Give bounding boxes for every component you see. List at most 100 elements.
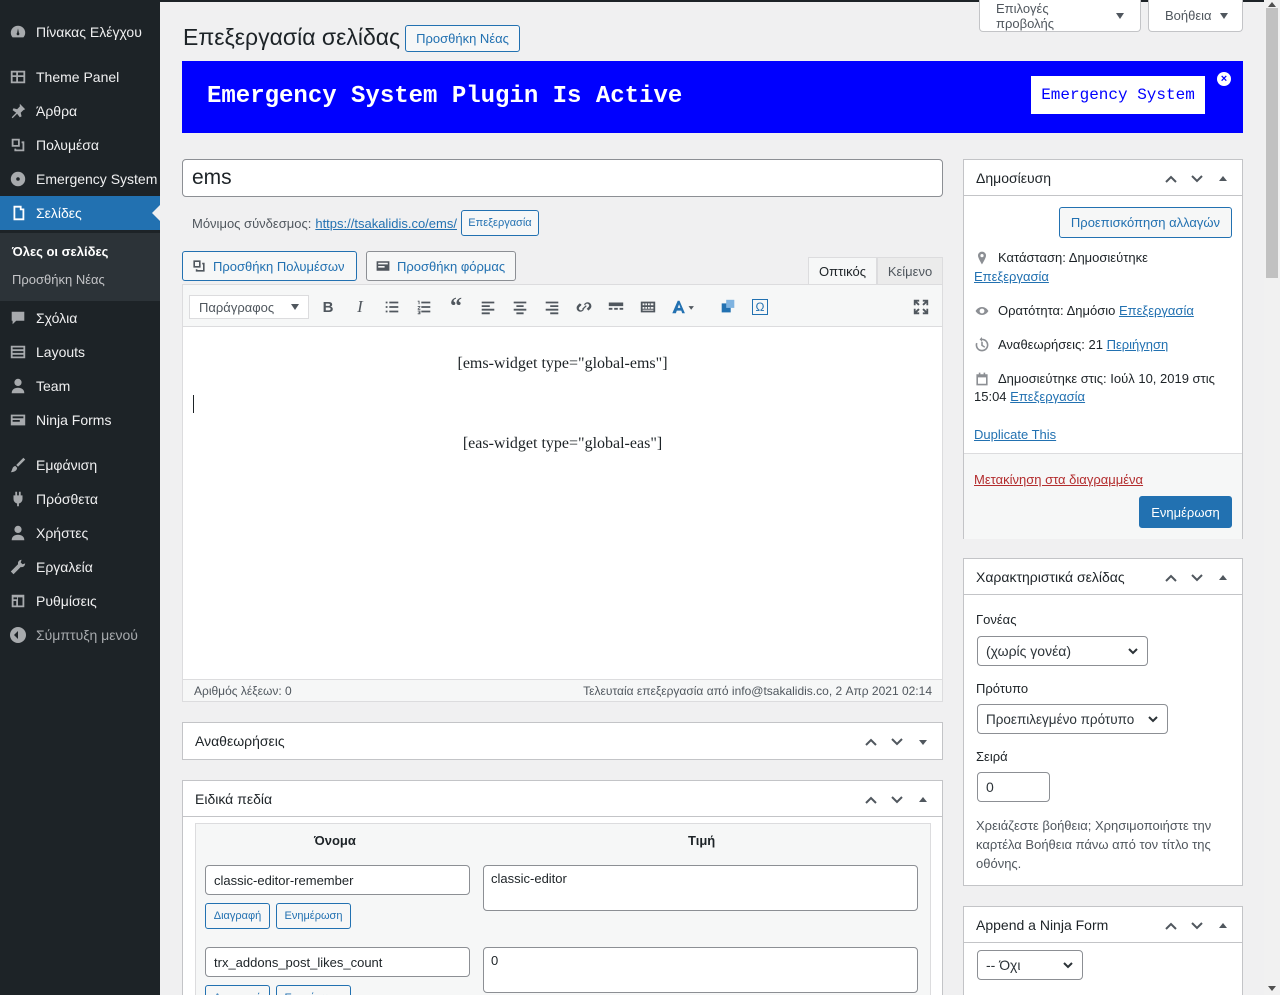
tab-visual[interactable]: Οπτικός [808, 257, 877, 285]
sidebar-item-users[interactable]: Χρήστες [0, 516, 160, 550]
editor-content[interactable]: [ems-widget type="global-ems"] [eas-widg… [183, 328, 942, 678]
special-char-icon[interactable]: Ω [750, 297, 770, 317]
toggle-icon[interactable] [914, 733, 932, 751]
align-right-icon[interactable] [542, 297, 562, 317]
sidebar-item-label: Εργαλεία [36, 559, 93, 575]
preview-changes-button[interactable]: Προεπισκόπηση αλλαγών [1059, 207, 1232, 238]
read-more-icon[interactable] [606, 297, 626, 317]
sidebar-item-dashboard[interactable]: Πίνακας Ελέγχου [0, 15, 160, 49]
sidebar-item-layouts[interactable]: Layouts [0, 335, 160, 369]
delete-field-button[interactable]: Διαγραφή [205, 985, 270, 995]
move-up-icon[interactable] [1162, 917, 1180, 935]
meta-key-input[interactable]: trx_addons_post_likes_count [205, 947, 470, 977]
sidebar-item-theme-panel[interactable]: Theme Panel [0, 60, 160, 94]
fullscreen-icon[interactable] [911, 297, 931, 317]
scroll-down-arrow[interactable] [1268, 986, 1276, 991]
eye-icon [975, 307, 989, 315]
sidebar-collapse-menu[interactable]: Σύμπτυξη μενού [0, 618, 160, 652]
align-center-icon[interactable] [510, 297, 530, 317]
add-new-button[interactable]: Προσθήκη Νέας [405, 25, 520, 52]
italic-icon[interactable]: I [350, 297, 370, 317]
toolbar-toggle-icon[interactable] [638, 297, 658, 317]
scroll-thumb[interactable] [1266, 8, 1278, 278]
revisions-title[interactable]: Αναθεωρήσεις [195, 733, 285, 749]
sidebar-item-tools[interactable]: Εργαλεία [0, 550, 160, 584]
move-down-icon[interactable] [1188, 569, 1206, 587]
browse-revisions-link[interactable]: Περιήγηση [1107, 337, 1169, 352]
screen-options-button[interactable]: Επιλογές προβολής [979, 0, 1141, 32]
move-down-icon[interactable] [888, 733, 906, 751]
sidebar-item-ninja-forms[interactable]: Ninja Forms [0, 403, 160, 437]
update-button[interactable]: Ενημέρωση [1139, 496, 1232, 528]
permalink-edit-button[interactable]: Επεξεργασία [460, 210, 539, 236]
sidebar-item-posts[interactable]: Άρθρα [0, 94, 160, 128]
chevron-down-icon [1148, 716, 1158, 723]
visibility-edit-link[interactable]: Επεξεργασία [1119, 303, 1194, 318]
toggle-icon[interactable] [914, 791, 932, 809]
bullet-list-icon[interactable] [382, 297, 402, 317]
ninja-title[interactable]: Append a Ninja Form [976, 917, 1108, 933]
form-icon [0, 411, 36, 429]
published-edit-link[interactable]: Επεξεργασία [1010, 389, 1085, 404]
close-icon[interactable]: × [1217, 72, 1231, 86]
sidebar-item-pages[interactable]: Σελίδες [0, 196, 160, 230]
admin-sidebar: Πίνακας Ελέγχου Theme Panel Άρθρα Πολυμέ… [0, 0, 160, 995]
update-field-button[interactable]: Ενημέρωση [276, 903, 351, 929]
move-up-icon[interactable] [862, 733, 880, 751]
attributes-header: Χαρακτηριστικά σελίδας [964, 559, 1242, 595]
align-left-icon[interactable] [478, 297, 498, 317]
toggle-icon[interactable] [1214, 917, 1232, 935]
update-field-button[interactable]: Ενημέρωση [276, 985, 351, 995]
submenu-add-new[interactable]: Προσθήκη Νέας [12, 272, 105, 287]
toggle-icon[interactable] [1214, 170, 1232, 188]
link-icon[interactable] [574, 297, 594, 317]
move-down-icon[interactable] [888, 791, 906, 809]
move-down-icon[interactable] [1188, 170, 1206, 188]
submenu-all-pages[interactable]: Όλες οι σελίδες [12, 244, 108, 259]
move-up-icon[interactable] [862, 791, 880, 809]
scroll-up-arrow[interactable] [1268, 2, 1276, 7]
move-up-icon[interactable] [1162, 569, 1180, 587]
font-style-icon[interactable] [670, 297, 698, 317]
order-input[interactable]: 0 [977, 772, 1050, 802]
status-edit-link[interactable]: Επεξεργασία [974, 269, 1049, 284]
numbered-list-icon[interactable] [414, 297, 434, 317]
format-select[interactable]: Παράγραφος [189, 295, 309, 319]
emergency-system-button[interactable]: Emergency System [1031, 76, 1205, 114]
sidebar-item-settings[interactable]: Ρυθμίσεις [0, 584, 160, 618]
last-edit-info: Τελευταία επεξεργασία από info@tsakalidi… [583, 684, 932, 698]
delete-field-button[interactable]: Διαγραφή [205, 903, 270, 929]
sidebar-item-team[interactable]: Team [0, 369, 160, 403]
meta-value-textarea[interactable]: 0 [483, 947, 918, 993]
meta-value-textarea[interactable]: classic-editor [483, 865, 918, 911]
post-title-input[interactable]: ems [182, 159, 943, 197]
permalink-url[interactable]: https://tsakalidis.co/ems/ [315, 216, 457, 231]
move-up-icon[interactable] [1162, 170, 1180, 188]
add-media-button[interactable]: Προσθήκη Πολυμέσων [182, 251, 357, 281]
shortcode-icon[interactable] [718, 297, 738, 317]
toggle-icon[interactable] [1214, 569, 1232, 587]
sidebar-item-comments[interactable]: Σχόλια [0, 301, 160, 335]
parent-select[interactable]: (χωρίς γονέα) [977, 636, 1148, 666]
tab-text[interactable]: Κείμενο [877, 257, 943, 285]
sidebar-item-plugins[interactable]: Πρόσθετα [0, 482, 160, 516]
sidebar-item-appearance[interactable]: Εμφάνιση [0, 448, 160, 482]
move-down-icon[interactable] [1188, 917, 1206, 935]
sidebar-item-media[interactable]: Πολυμέσα [0, 128, 160, 162]
meta-key-input[interactable]: classic-editor-remember [205, 865, 470, 895]
help-button[interactable]: Βοήθεια [1148, 0, 1243, 32]
help-label: Βοήθεια [1165, 8, 1212, 23]
add-form-button[interactable]: Προσθήκη φόρμας [366, 251, 516, 281]
users-icon [0, 524, 36, 542]
duplicate-link[interactable]: Duplicate This [974, 427, 1056, 442]
trash-link[interactable]: Μετακίνηση στα διαγραμμένα [974, 472, 1143, 487]
ninja-form-select[interactable]: -- Όχι [977, 950, 1083, 980]
blockquote-icon[interactable]: “ [446, 294, 466, 320]
page-scrollbar[interactable] [1264, 0, 1280, 995]
publish-title[interactable]: Δημοσίευση [976, 170, 1051, 186]
attributes-title[interactable]: Χαρακτηριστικά σελίδας [976, 569, 1125, 585]
sidebar-item-emergency-system[interactable]: Emergency System [0, 162, 160, 196]
custom-fields-title[interactable]: Ειδικά πεδία [195, 791, 272, 807]
template-select[interactable]: Προεπιλεγμένο πρότυπο [977, 704, 1168, 734]
bold-icon[interactable]: B [318, 297, 338, 317]
